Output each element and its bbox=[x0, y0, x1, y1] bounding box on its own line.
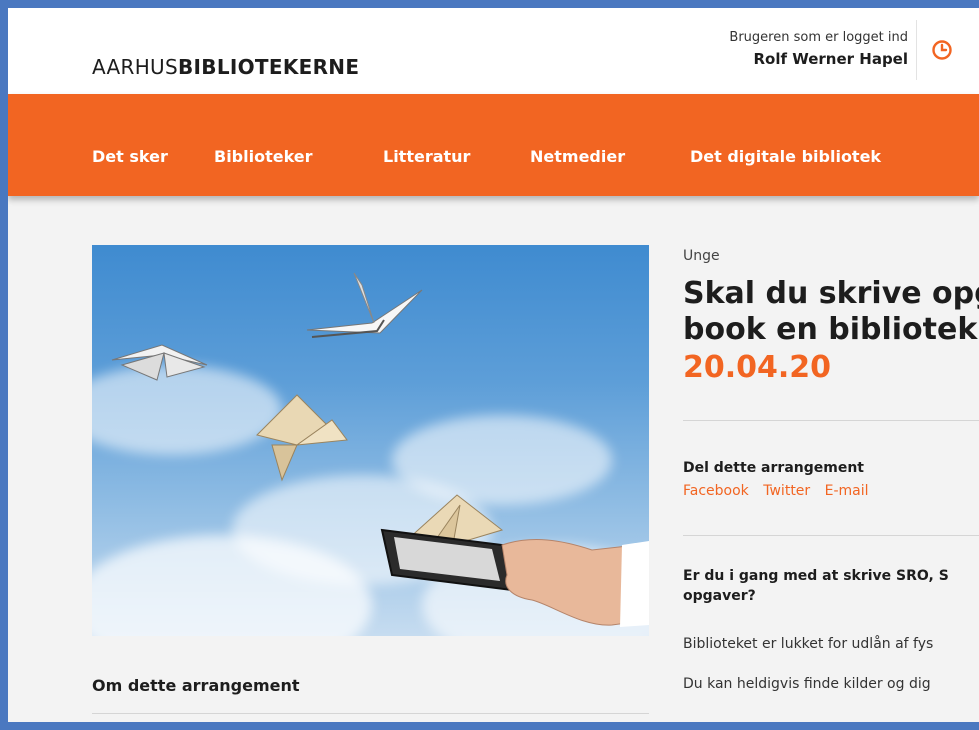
share-links: Facebook Twitter E-mail bbox=[683, 483, 879, 499]
clock-icon bbox=[932, 40, 952, 60]
event-lead: Er du i gang med at skrive SRO, S opgave… bbox=[683, 566, 979, 606]
event-date: 20.04.20 bbox=[683, 350, 832, 385]
flying-book-icon bbox=[111, 344, 208, 381]
share-email-link[interactable]: E-mail bbox=[825, 483, 869, 499]
event-title-line2: book en bibliotek bbox=[683, 312, 978, 347]
event-category[interactable]: Unge bbox=[683, 248, 720, 264]
hand-icon bbox=[501, 539, 649, 627]
event-lead-line1: Er du i gang med at skrive SRO, S bbox=[683, 568, 949, 584]
clock-button[interactable] bbox=[916, 20, 979, 80]
user-name: Rolf Werner Hapel bbox=[753, 50, 908, 68]
logo-bold: BIBLIOTEKERNE bbox=[178, 55, 360, 79]
share-facebook-link[interactable]: Facebook bbox=[683, 483, 749, 499]
logo-prefix: AARHUS bbox=[92, 55, 178, 79]
site-logo[interactable]: AARHUSBIBLIOTEKERNE bbox=[92, 55, 359, 79]
nav-item-litteratur[interactable]: Litteratur bbox=[383, 147, 470, 166]
nav-item-det-sker[interactable]: Det sker bbox=[92, 147, 168, 166]
event-image bbox=[92, 245, 649, 636]
event-title: Skal du skrive opg book en bibliotek bbox=[683, 276, 979, 348]
flying-books-illustration bbox=[111, 272, 649, 627]
title-divider bbox=[683, 420, 979, 421]
flying-book-icon bbox=[256, 394, 348, 482]
event-paragraph-1: Biblioteket er lukket for udlån af fys bbox=[683, 636, 934, 652]
site-header: AARHUSBIBLIOTEKERNE Brugeren som er logg… bbox=[8, 8, 979, 94]
about-event-heading: Om dette arrangement bbox=[92, 676, 300, 695]
event-lead-line2: opgaver? bbox=[683, 588, 756, 604]
nav-item-biblioteker[interactable]: Biblioteker bbox=[214, 147, 313, 166]
browser-viewport: AARHUSBIBLIOTEKERNE Brugeren som er logg… bbox=[8, 8, 979, 722]
main-navigation: Det sker Biblioteker Litteratur Netmedie… bbox=[8, 94, 979, 196]
event-paragraph-2: Du kan heldigvis finde kilder og dig bbox=[683, 676, 931, 692]
share-twitter-link[interactable]: Twitter bbox=[763, 483, 810, 499]
user-label: Brugeren som er logget ind bbox=[729, 30, 908, 45]
nav-item-det-digitale-bibliotek[interactable]: Det digitale bibliotek bbox=[690, 147, 881, 166]
about-divider bbox=[92, 713, 649, 714]
flying-book-icon bbox=[306, 272, 423, 338]
share-heading: Del dette arrangement bbox=[683, 460, 864, 476]
logged-in-user[interactable]: Brugeren som er logget ind Rolf Werner H… bbox=[658, 30, 908, 68]
share-divider bbox=[683, 535, 979, 536]
tablet-icon bbox=[380, 528, 514, 592]
nav-item-netmedier[interactable]: Netmedier bbox=[530, 147, 625, 166]
event-title-line1: Skal du skrive opg bbox=[683, 276, 979, 311]
